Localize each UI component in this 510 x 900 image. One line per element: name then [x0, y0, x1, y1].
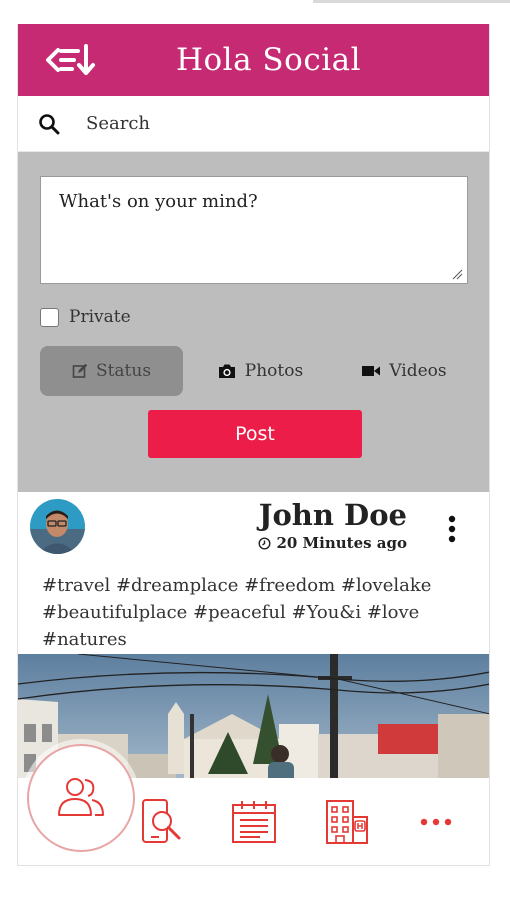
app-header: Hola Social — [18, 24, 489, 96]
tab-photos[interactable]: Photos — [200, 346, 320, 396]
more-dots-icon — [420, 818, 452, 826]
resize-handle-icon[interactable] — [451, 268, 463, 280]
search-icon — [39, 113, 60, 134]
tab-videos-label: Videos — [389, 361, 447, 381]
top-edge-line — [313, 0, 510, 3]
private-option: Private — [40, 307, 131, 327]
post-time-label: 20 Minutes ago — [276, 534, 407, 552]
app-window: Hola Social Search What's on your mind? … — [17, 24, 490, 866]
building-icon — [326, 800, 368, 844]
status-placeholder: What's on your mind? — [59, 191, 258, 212]
post-hashtags: #travel #dreamplace #freedom #lovelake #… — [42, 575, 432, 650]
search-label: Search — [86, 113, 150, 134]
phone-search-icon — [142, 799, 181, 843]
avatar[interactable] — [30, 499, 85, 554]
tab-status[interactable]: Status — [40, 346, 183, 396]
tab-photos-label: Photos — [244, 361, 304, 381]
nav-more[interactable] — [406, 796, 466, 848]
private-label: Private — [69, 307, 131, 327]
calendar-icon — [232, 801, 276, 843]
post-options-icon[interactable] — [442, 512, 462, 546]
post-composer: What's on your mind? Private Status Phot… — [18, 152, 489, 492]
menu-sort-icon[interactable] — [44, 42, 100, 78]
post-button[interactable]: Post — [148, 410, 362, 458]
tab-videos[interactable]: Videos — [340, 346, 468, 396]
video-icon — [362, 366, 381, 376]
post-type-tabs: Status Photos Videos — [40, 346, 468, 396]
camera-icon — [218, 364, 235, 378]
friends-fab[interactable] — [27, 744, 135, 852]
status-textarea[interactable]: What's on your mind? — [40, 176, 468, 284]
post-author[interactable]: John Doe — [259, 498, 407, 532]
private-checkbox[interactable] — [40, 307, 59, 327]
nav-calendar[interactable] — [224, 796, 284, 848]
people-icon — [58, 778, 104, 816]
edit-icon — [72, 363, 88, 378]
search-bar[interactable]: Search — [18, 96, 489, 152]
nav-search-people[interactable] — [131, 796, 191, 848]
post-time: 20 Minutes ago — [258, 534, 407, 552]
tab-status-label: Status — [95, 361, 152, 381]
nav-places[interactable] — [316, 796, 376, 848]
clock-icon — [258, 536, 271, 550]
